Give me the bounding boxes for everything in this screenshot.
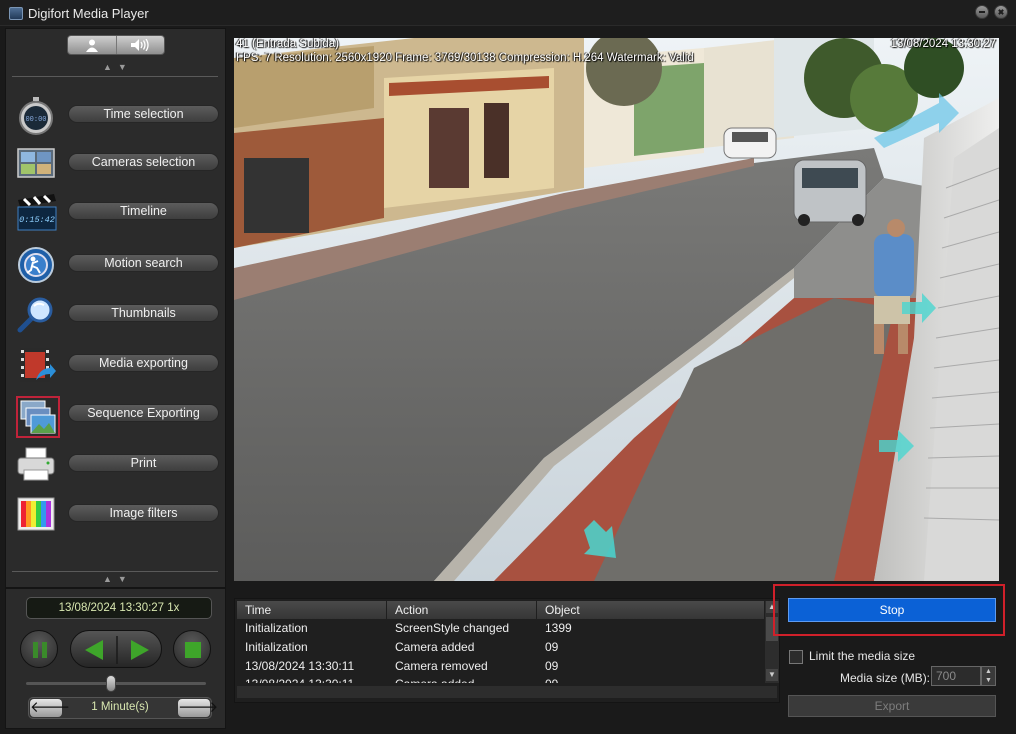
cell-object: 1399 <box>545 621 572 635</box>
column-header-object[interactable]: Object <box>537 601 765 619</box>
table-row[interactable]: 13/08/2024 13:30:11 Camera removed 09 <box>237 657 765 676</box>
pause-icon <box>33 642 47 658</box>
play-forward-button[interactable] <box>131 640 149 660</box>
cell-action: ScreenStyle changed <box>395 621 510 635</box>
title-bar: Digifort Media Player <box>0 0 1016 26</box>
cell-time: Initialization <box>245 640 308 654</box>
divider <box>12 571 218 572</box>
app-icon <box>9 7 23 20</box>
cameras-icon <box>16 145 56 181</box>
video-frame[interactable]: 41 (Entrada Subida) FPS: 7 Resolution: 2… <box>234 38 999 581</box>
sidebar-item-media-exporting[interactable]: Media exporting <box>12 342 222 386</box>
cell-object: 09 <box>545 640 559 654</box>
scroll-down-arrows[interactable]: ▲▼ <box>103 574 133 584</box>
step-back-button[interactable] <box>85 640 103 660</box>
interval-next-button[interactable]: 🡒 <box>178 699 218 717</box>
sidebar-item-time-selection[interactable]: 00:00 Time selection <box>12 93 222 137</box>
speaker-icon[interactable] <box>117 36 165 54</box>
window-title: Digifort Media Player <box>28 6 149 21</box>
cell-time: 13/08/2024 13:30:11 <box>245 659 355 673</box>
column-header-time[interactable]: Time <box>237 601 387 619</box>
playback-controls: 13/08/2024 13:30:27 1x 🡐 1 Minute(s) 🡒 <box>5 588 226 729</box>
tools-panel: ▲▼ 00:00 Time selection Cameras selectio… <box>5 28 226 588</box>
timestamp-overlay: 13/08/2024 13:30:27 <box>890 38 996 50</box>
sidebar-item-label: Motion search <box>68 254 219 272</box>
camera-name-overlay: 41 (Entrada Subida) <box>236 38 339 50</box>
event-log: Time Action Object Initialization Screen… <box>234 598 780 703</box>
sidebar-item-label: Cameras selection <box>68 153 219 171</box>
sidebar-item-label: Media exporting <box>68 354 219 372</box>
sidebar-item-label: Time selection <box>68 105 219 123</box>
limit-media-size-checkbox[interactable] <box>789 650 803 664</box>
motion-search-icon <box>16 246 56 283</box>
magnifier-icon <box>16 296 56 333</box>
interval-previous-button[interactable]: 🡐 <box>30 699 70 717</box>
view-toggle <box>67 35 165 55</box>
sidebar-item-label: Print <box>68 454 219 472</box>
sidebar-item-label: Image filters <box>68 504 219 522</box>
svg-text:00:00: 00:00 <box>25 116 46 124</box>
table-row[interactable]: Initialization Camera added 09 <box>237 638 765 657</box>
sidebar-item-thumbnails[interactable]: Thumbnails <box>12 292 222 336</box>
cell-action: Camera added <box>387 676 537 683</box>
close-button[interactable] <box>994 5 1008 19</box>
sidebar-item-label: Timeline <box>68 202 219 220</box>
log-header: Time Action Object <box>237 601 765 619</box>
playback-slider-track[interactable] <box>26 682 206 685</box>
clapperboard-icon: 0:15:42 <box>16 194 57 231</box>
sidebar-item-image-filters[interactable]: Image filters <box>12 492 222 536</box>
sidebar-item-print[interactable]: Print <box>12 442 222 486</box>
export-button[interactable]: Export <box>788 695 996 717</box>
cell-action: Camera removed <box>395 659 488 673</box>
column-header-action[interactable]: Action <box>387 601 537 619</box>
scroll-down-button[interactable]: ▼ <box>766 669 778 681</box>
playback-slider-knob[interactable] <box>105 675 116 692</box>
media-size-input[interactable]: 700 <box>931 666 981 686</box>
divider <box>12 76 218 77</box>
stop-playback-button[interactable] <box>173 630 211 668</box>
person-icon[interactable] <box>68 36 117 54</box>
interval-selector: 🡐 1 Minute(s) 🡒 <box>28 697 218 719</box>
sidebar-item-label: Sequence Exporting <box>68 404 219 422</box>
table-row[interactable]: 13/08/2024 13:30:11 Camera added 09 <box>237 676 765 683</box>
sidebar-item-timeline[interactable]: 0:15:42 Timeline <box>12 190 222 234</box>
image-filter-icon <box>16 496 56 532</box>
cell-object: 09 <box>545 659 559 673</box>
export-panel: Stop Limit the media size Media size (MB… <box>773 584 1005 729</box>
sequence-icon <box>16 396 60 438</box>
media-size-label: Media size (MB): <box>840 671 931 685</box>
cell-time: Initialization <box>245 621 308 635</box>
step-buttons <box>70 630 162 668</box>
printer-icon <box>16 446 56 482</box>
camera-image <box>234 38 999 581</box>
cell-action: Camera added <box>395 640 475 654</box>
stop-button[interactable]: Stop <box>788 598 996 622</box>
scroll-up-arrows[interactable]: ▲▼ <box>103 62 133 72</box>
stream-info-overlay: FPS: 7 Resolution: 2560x1920 Frame: 3769… <box>236 52 694 64</box>
sidebar-item-label: Thumbnails <box>68 304 219 322</box>
media-size-spinner[interactable]: ▲ ▼ <box>981 666 996 686</box>
stopwatch-icon: 00:00 <box>16 97 56 135</box>
cell-time: 13/08/2024 13:30:11 <box>237 676 387 683</box>
pause-button[interactable] <box>20 630 58 668</box>
sidebar-item-cameras-selection[interactable]: Cameras selection <box>12 141 222 185</box>
minimize-button[interactable] <box>975 5 989 19</box>
cell-object: 09 <box>537 676 765 683</box>
sidebar-item-motion-search[interactable]: Motion search <box>12 242 222 286</box>
interval-value: 1 Minute(s) <box>91 701 149 713</box>
table-row[interactable]: Initialization ScreenStyle changed 1399 <box>237 619 765 638</box>
log-horizontal-scrollbar[interactable] <box>237 686 777 698</box>
svg-text:0:15:42: 0:15:42 <box>19 215 55 225</box>
sidebar-item-sequence-exporting[interactable]: Sequence Exporting <box>12 392 222 438</box>
stop-icon <box>185 642 201 658</box>
playback-clock: 13/08/2024 13:30:27 1x <box>26 597 212 619</box>
limit-media-size-label[interactable]: Limit the media size <box>809 649 915 663</box>
film-export-icon <box>16 346 56 382</box>
